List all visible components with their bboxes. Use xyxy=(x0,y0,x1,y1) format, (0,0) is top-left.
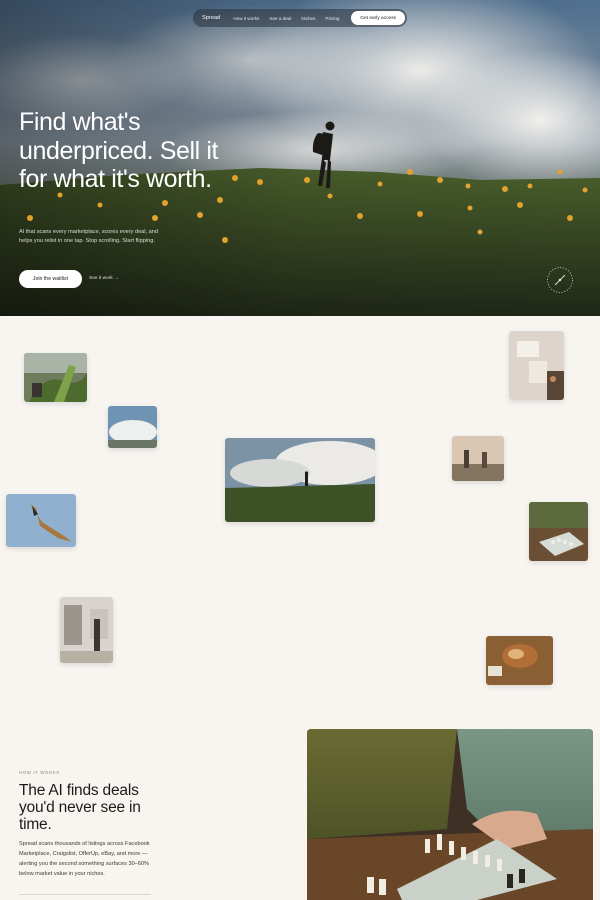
gallery-photo-bird-sky xyxy=(6,494,76,547)
nav-link-niches[interactable]: Niches xyxy=(301,16,315,21)
hero-headline: Find what's underpriced. Sell it for wha… xyxy=(19,108,219,193)
get-early-access-button[interactable]: Get early access xyxy=(351,11,405,25)
nav-link-how-it-works[interactable]: How it works xyxy=(233,16,259,21)
gallery-photo-chess-hands xyxy=(529,502,588,561)
gallery-photo-paper-art xyxy=(509,331,564,400)
hero-section: Spread How it works See a deal Niches Pr… xyxy=(0,0,600,316)
how-it-works-eyebrow: HOW IT WORKS xyxy=(19,770,60,775)
chess-game-photo xyxy=(307,729,593,900)
join-waitlist-button[interactable]: Join the waitlist xyxy=(19,270,82,288)
nav-link-see-a-deal[interactable]: See a deal xyxy=(269,16,291,21)
hero-subhead: AI that scans every marketplace, scores … xyxy=(19,229,158,244)
gallery-photo-food-table xyxy=(486,636,553,685)
how-it-works-body: Spread scans thousands of listings acros… xyxy=(19,841,150,877)
nav-link-pricing[interactable]: Pricing xyxy=(325,16,339,21)
top-nav: Spread How it works See a deal Niches Pr… xyxy=(193,9,407,27)
section-divider xyxy=(19,894,151,895)
see-it-work-link[interactable]: See it work → xyxy=(89,276,119,281)
gallery-photo-sky-clouds xyxy=(108,406,157,448)
gallery-photo-hiker-meadow xyxy=(225,438,375,522)
gallery-photo-couple-sunset xyxy=(452,436,504,481)
gallery-photo-room-interior xyxy=(60,597,113,663)
compass-icon xyxy=(547,267,573,293)
brand-logo[interactable]: Spread xyxy=(202,15,220,21)
how-it-works-title: The AI finds deals you'd never see in ti… xyxy=(19,782,141,833)
gallery-photo-plants xyxy=(24,353,87,402)
